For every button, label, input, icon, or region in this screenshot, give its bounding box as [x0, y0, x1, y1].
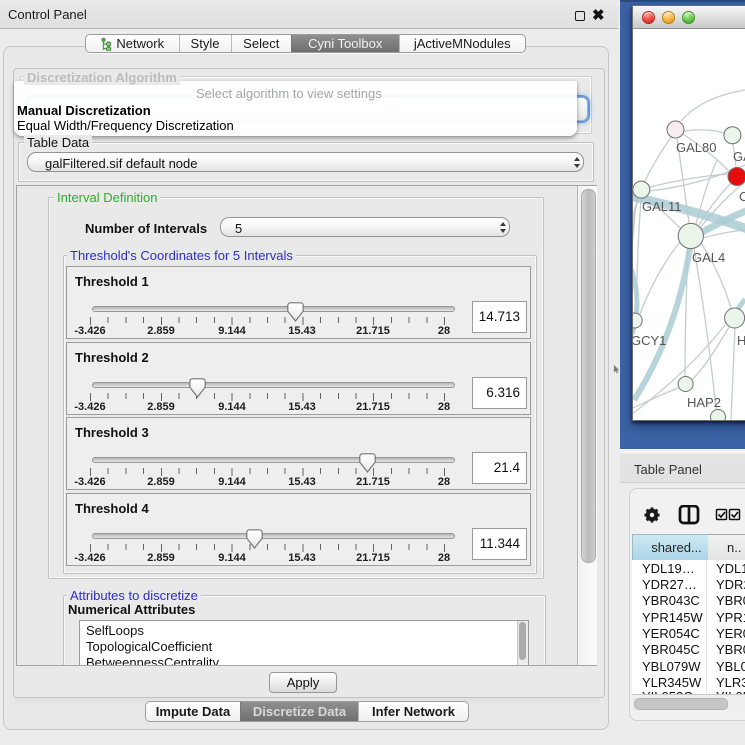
svg-text:H: H	[737, 333, 745, 348]
svg-text:GA: GA	[733, 149, 745, 164]
svg-text:GAL80: GAL80	[676, 140, 716, 155]
svg-text:GAL11: GAL11	[642, 199, 682, 214]
svg-text:HAP2: HAP2	[687, 395, 721, 410]
svg-text:C: C	[739, 189, 745, 204]
svg-text:GAL4: GAL4	[692, 250, 725, 265]
svg-text:GCY1: GCY1	[633, 333, 666, 348]
